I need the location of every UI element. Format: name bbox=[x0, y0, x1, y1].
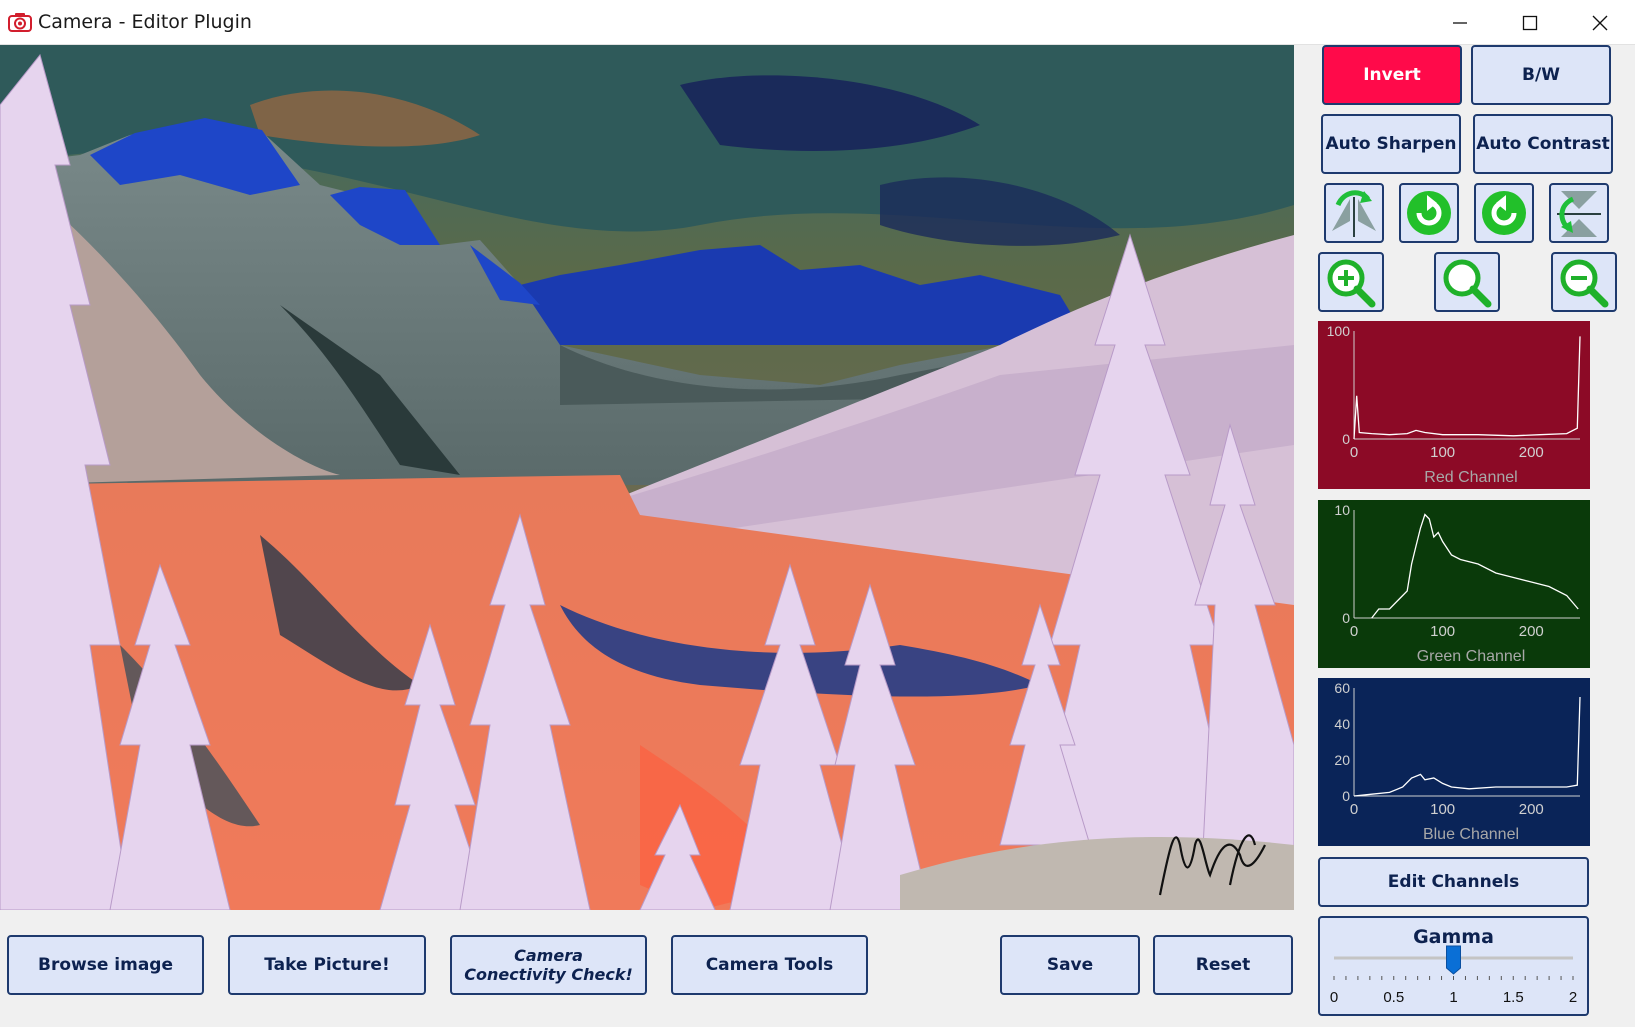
image-canvas[interactable] bbox=[0, 45, 1294, 910]
flip-vertical-button[interactable] bbox=[1549, 183, 1609, 243]
histogram-background bbox=[1318, 678, 1590, 846]
flip-horizontal-button[interactable] bbox=[1324, 183, 1384, 243]
edit-channels-button[interactable]: Edit Channels bbox=[1318, 857, 1589, 907]
x-tick-label: 200 bbox=[1519, 623, 1544, 640]
blue-channel-histogram: 60 40 20 0 0 100 200 Blue Channel bbox=[1318, 678, 1590, 846]
gamma-slider-handle[interactable] bbox=[1446, 945, 1461, 975]
red-channel-histogram: 100 0 0 100 200 Red Channel bbox=[1318, 321, 1590, 489]
save-button[interactable]: Save bbox=[1000, 935, 1140, 995]
close-button[interactable] bbox=[1564, 0, 1634, 44]
histogram-channel-label: Blue Channel bbox=[1423, 826, 1519, 843]
rotate-clockwise-icon bbox=[1407, 191, 1451, 235]
zoom-in-icon bbox=[1327, 259, 1376, 308]
minimize-button[interactable] bbox=[1424, 0, 1494, 44]
auto-sharpen-button[interactable]: Auto Sharpen bbox=[1321, 114, 1461, 174]
photo-canvas bbox=[0, 45, 1294, 910]
gamma-panel: Gamma 0 0.5 1 1.5 2 bbox=[1318, 916, 1589, 1016]
zoom-reset-button[interactable] bbox=[1434, 252, 1500, 312]
gamma-slider[interactable]: 0 0.5 1 1.5 2 bbox=[1320, 918, 1587, 1014]
flip-horizontal-icon bbox=[1332, 190, 1376, 237]
x-tick-label: 200 bbox=[1519, 444, 1544, 461]
flip-vertical-icon bbox=[1557, 191, 1601, 237]
zoom-out-icon bbox=[1560, 259, 1609, 308]
maximize-button[interactable] bbox=[1494, 0, 1564, 44]
histogram-background bbox=[1318, 321, 1590, 489]
gamma-tick-label: 0.5 bbox=[1383, 989, 1404, 1006]
camera-tools-button[interactable]: Camera Tools bbox=[671, 935, 868, 995]
x-tick-label: 0 bbox=[1350, 444, 1358, 461]
camera-check-line2: Conectivity Check! bbox=[464, 965, 633, 984]
camera-app-icon bbox=[8, 13, 32, 32]
reset-button[interactable]: Reset bbox=[1153, 935, 1293, 995]
x-tick-label: 100 bbox=[1430, 801, 1455, 818]
rotate-counterclockwise-icon bbox=[1482, 191, 1526, 235]
green-channel-histogram: 10 0 0 100 200 Green Channel bbox=[1318, 500, 1590, 668]
y-tick-label: 100 bbox=[1327, 323, 1351, 339]
browse-image-button[interactable]: Browse image bbox=[7, 935, 204, 995]
x-tick-label: 200 bbox=[1519, 801, 1544, 818]
rotate-counterclockwise-button[interactable] bbox=[1474, 183, 1534, 243]
histogram-channel-label: Green Channel bbox=[1417, 648, 1526, 665]
auto-contrast-button[interactable]: Auto Contrast bbox=[1473, 114, 1613, 174]
x-tick-label: 100 bbox=[1430, 623, 1455, 640]
y-tick-label: 20 bbox=[1334, 752, 1350, 768]
histogram-channel-label: Red Channel bbox=[1424, 469, 1517, 486]
maximize-icon bbox=[1522, 15, 1538, 31]
gamma-tick-label: 0 bbox=[1330, 989, 1338, 1006]
gamma-tick-label: 1 bbox=[1449, 989, 1457, 1006]
camera-connectivity-check-button[interactable]: Camera Conectivity Check! bbox=[450, 935, 647, 995]
gamma-tick-label: 2 bbox=[1569, 989, 1577, 1006]
x-tick-label: 0 bbox=[1350, 801, 1358, 818]
zoom-out-button[interactable] bbox=[1551, 252, 1617, 312]
y-tick-label: 60 bbox=[1334, 680, 1350, 696]
y-tick-label: 40 bbox=[1334, 716, 1350, 732]
x-tick-label: 100 bbox=[1430, 444, 1455, 461]
take-picture-button[interactable]: Take Picture! bbox=[228, 935, 426, 995]
close-icon bbox=[1592, 15, 1608, 31]
zoom-in-button[interactable] bbox=[1318, 252, 1384, 312]
x-tick-label: 0 bbox=[1350, 623, 1358, 640]
camera-check-line1: Camera bbox=[514, 946, 583, 965]
zoom-reset-icon bbox=[1443, 259, 1492, 308]
window-title: Camera - Editor Plugin bbox=[38, 11, 252, 33]
histogram-background bbox=[1318, 500, 1590, 668]
rotate-clockwise-button[interactable] bbox=[1399, 183, 1459, 243]
y-tick-label: 10 bbox=[1334, 502, 1350, 518]
invert-button[interactable]: Invert bbox=[1322, 45, 1462, 105]
minimize-icon bbox=[1453, 22, 1467, 24]
title-bar: Camera - Editor Plugin bbox=[0, 0, 1635, 45]
bw-button[interactable]: B/W bbox=[1471, 45, 1611, 105]
gamma-tick-label: 1.5 bbox=[1503, 989, 1524, 1006]
